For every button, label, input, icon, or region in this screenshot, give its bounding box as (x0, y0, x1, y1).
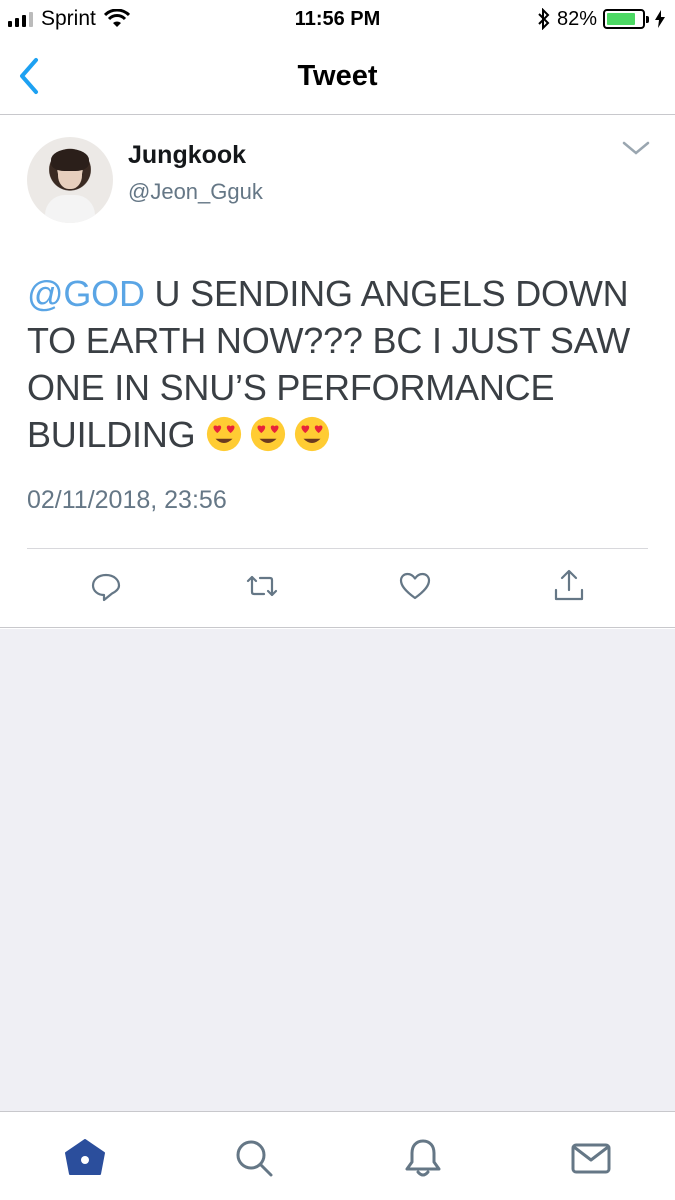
heart-eyes-emoji (295, 416, 330, 452)
empty-area (0, 629, 675, 1111)
tab-bar (0, 1111, 675, 1200)
battery-icon (603, 9, 649, 29)
tweet-actions (0, 566, 675, 606)
bluetooth-icon (538, 8, 550, 30)
tab-notifications[interactable] (401, 1136, 445, 1180)
tweet-timestamp: 02/11/2018, 23:56 (27, 486, 227, 514)
page-title: Tweet (297, 60, 378, 92)
display-name[interactable]: Jungkook (128, 141, 246, 170)
like-icon (399, 572, 431, 600)
home-icon (65, 1139, 105, 1175)
battery-percent: 82% (556, 7, 597, 30)
tweet-menu-button[interactable] (621, 138, 651, 158)
retweet-button[interactable] (242, 566, 282, 606)
battery-fill (607, 13, 635, 25)
share-icon (554, 569, 584, 601)
tweet-text: @GOD U SENDING ANGELS DOWN TO EARTH NOW?… (27, 270, 652, 458)
reply-icon (91, 573, 121, 602)
messages-icon (571, 1143, 611, 1174)
heart-eyes-emoji (251, 416, 286, 452)
chevron-down-icon (622, 141, 650, 155)
like-button[interactable] (395, 566, 435, 606)
nav-bar: Tweet (0, 38, 675, 115)
tab-messages[interactable] (569, 1136, 613, 1180)
divider (27, 548, 648, 549)
status-bar: Sprint 11:56 PM 82% (0, 0, 675, 38)
tab-search[interactable] (232, 1136, 276, 1180)
mention-link[interactable]: @GOD (27, 273, 145, 314)
tweet-card: Jungkook @Jeon_Gguk @GOD U SENDING ANGEL… (0, 116, 675, 628)
tab-home[interactable] (63, 1136, 107, 1180)
retweet-icon (246, 575, 278, 597)
share-button[interactable] (549, 566, 589, 606)
heart-eyes-emoji (207, 416, 242, 452)
search-icon (236, 1140, 273, 1177)
reply-button[interactable] (86, 566, 126, 606)
avatar[interactable] (27, 137, 113, 223)
user-handle[interactable]: @Jeon_Gguk (128, 179, 263, 205)
notifications-icon (405, 1139, 441, 1177)
charging-icon (655, 10, 665, 28)
